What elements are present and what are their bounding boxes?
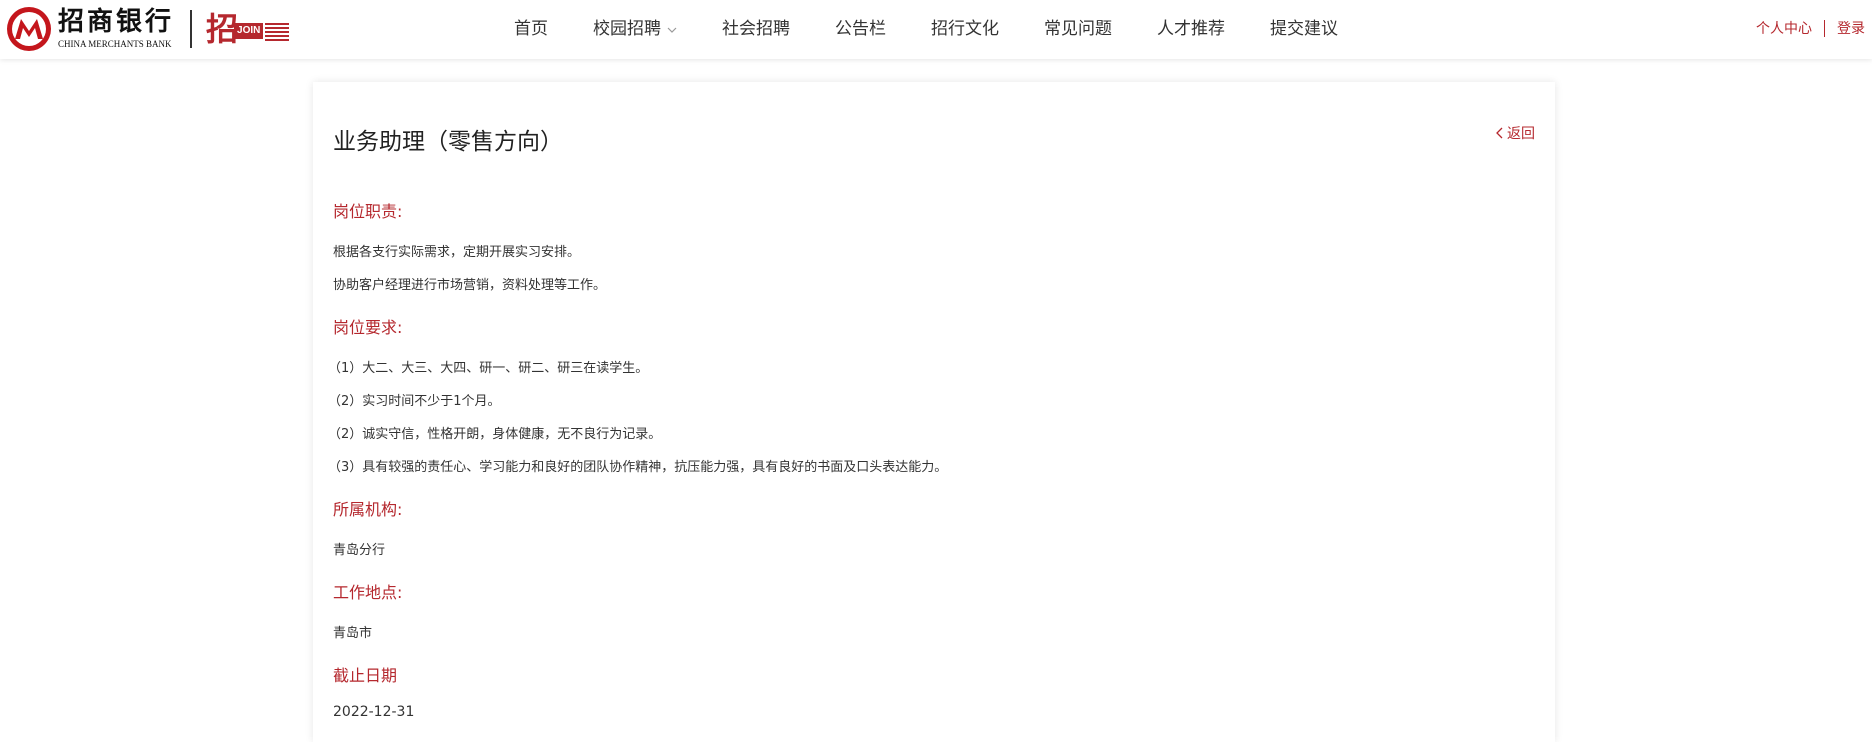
location-label: 工作地点: [333, 583, 403, 602]
nav-item-label: 招行文化 [931, 19, 999, 39]
nav-item-feedback[interactable]: 提交建议 [1270, 0, 1338, 59]
requirements-line: （1）大二、大三、大四、研一、研二、研三在读学生。 [328, 361, 649, 376]
deadline-value: 2022-12-31 [333, 704, 415, 720]
deadline-label: 截止日期 [333, 666, 398, 685]
nav-item-label: 社会招聘 [722, 19, 790, 39]
nav-item-referral[interactable]: 人才推荐 [1157, 0, 1225, 59]
duties-label: 岗位职责: [333, 202, 403, 221]
brand-name-cn: 招商银行 [58, 7, 175, 37]
nav-item-faq[interactable]: 常见问题 [1044, 0, 1112, 59]
cmb-logo-icon [7, 7, 51, 51]
brand-logo[interactable]: 招商银行 CHINA MERCHANTS BANK 招 JOIN [6, 6, 290, 52]
main-nav: 首页 校园招聘 社会招聘 公告栏 招行文化 常见问题 人才推荐 提交建议 [514, 0, 1383, 59]
user-center-link[interactable]: 个人中心 [1756, 18, 1812, 38]
requirements-label: 岗位要求: [333, 318, 403, 337]
duties-line: 协助客户经理进行市场营销，资料处理等工作。 [333, 278, 607, 293]
chevron-down-icon [667, 27, 677, 33]
requirements-line: （2）诚实守信，性格开朗，身体健康，无不良行为记录。 [328, 427, 662, 442]
nav-item-label: 校园招聘 [593, 19, 661, 39]
back-label: 返回 [1507, 126, 1535, 142]
nav-item-culture[interactable]: 招行文化 [931, 0, 999, 59]
location-value: 青岛市 [333, 626, 373, 641]
chevron-left-icon [1496, 127, 1503, 139]
join-badge: JOIN [234, 23, 264, 39]
nav-item-social[interactable]: 社会招聘 [722, 0, 790, 59]
brand-name-en: CHINA MERCHANTS BANK [58, 39, 172, 49]
site-header: 招商银行 CHINA MERCHANTS BANK 招 JOIN 首页 校园招聘… [0, 0, 1872, 59]
duties-line: 根据各支行实际需求，定期开展实习安排。 [333, 245, 581, 260]
user-links: 个人中心 登录 [1756, 18, 1865, 38]
nav-item-label: 提交建议 [1270, 19, 1338, 39]
nav-item-label: 人才推荐 [1157, 19, 1225, 39]
page-title: 业务助理（零售方向） [333, 129, 563, 155]
nav-item-home[interactable]: 首页 [514, 0, 548, 59]
back-button[interactable]: 返回 [1495, 123, 1535, 143]
nav-item-label: 常见问题 [1044, 19, 1112, 39]
join-us-logo: 招 JOIN [206, 12, 290, 46]
nav-item-campus[interactable]: 校园招聘 [593, 0, 677, 59]
login-link[interactable]: 登录 [1837, 18, 1865, 38]
user-links-divider [1824, 19, 1825, 37]
requirements-line: （3）具有较强的责任心、学习能力和良好的团队协作精神，抗压能力强，具有良好的书面… [328, 460, 948, 475]
job-detail-card: 业务助理（零售方向） 返回 岗位职责: 根据各支行实际需求，定期开展实习安排。 … [313, 82, 1555, 742]
organization-label: 所属机构: [333, 500, 403, 519]
nav-item-label: 首页 [514, 19, 548, 39]
requirements-line: （2）实习时间不少于1个月。 [328, 394, 501, 409]
organization-value: 青岛分行 [333, 543, 386, 558]
join-stripes-icon [265, 21, 290, 41]
nav-item-notices[interactable]: 公告栏 [835, 0, 886, 59]
nav-item-label: 公告栏 [835, 19, 886, 39]
logo-divider [190, 10, 193, 48]
